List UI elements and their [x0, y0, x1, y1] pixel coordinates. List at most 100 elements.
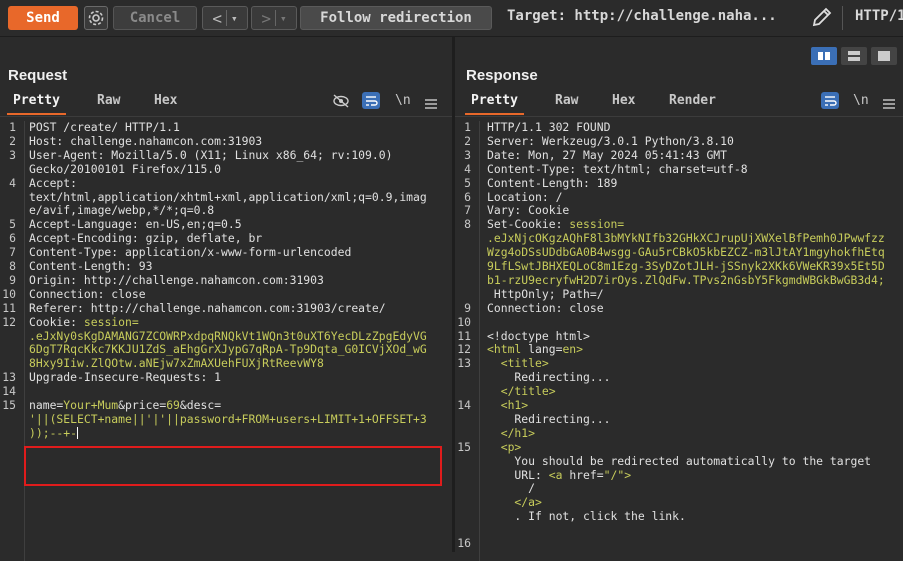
request-line: Host: challenge.nahamcon.com:31903	[29, 133, 263, 149]
follow-redirection-button[interactable]: Follow redirection	[300, 6, 492, 30]
request-text: Upgrade-Insecure-Requests: 1	[29, 370, 222, 385]
line-number: 13	[457, 356, 471, 371]
html-line: </h1>	[487, 426, 535, 441]
html-text: Redirecting...	[487, 370, 611, 385]
request-text: Content-Type: application/x-www-form-url…	[29, 245, 352, 260]
request-text: Referer: http://challenge.nahamcon.com:3…	[29, 300, 386, 315]
line-number: 14	[457, 398, 471, 412]
line-number: 15	[457, 439, 471, 454]
tab-response-render[interactable]: Render	[669, 93, 716, 108]
tab-response-raw[interactable]: Raw	[555, 93, 578, 108]
attr-name: lang	[528, 342, 556, 357]
html-tag: </a>	[487, 495, 542, 510]
tab-response-pretty[interactable]: Pretty	[465, 93, 524, 115]
request-line: 8Hxy9Iiw.ZlQOtw.aNEjw7xZmAXUehFUXjRtReev…	[29, 356, 324, 371]
tab-request-hex[interactable]: Hex	[154, 93, 177, 108]
html-line: </a>	[487, 495, 542, 510]
html-text: URL:	[487, 467, 549, 482]
cookie-value: 9LfLSwtJBHXEQLoC8m1Ezg-3SyDZotJLH-jSSnyk…	[487, 259, 885, 273]
menu-icon[interactable]	[425, 95, 437, 114]
menu-icon[interactable]	[883, 95, 895, 114]
request-title: Request	[8, 67, 68, 84]
newline-icon[interactable]: \n	[853, 93, 869, 108]
set-cookie-value: 9LfLSwtJBHXEQLoC8m1Ezg-3SyDZotJLH-jSSnyk…	[487, 259, 885, 274]
request-text: Host: challenge.nahamcon.com:31903	[29, 133, 263, 148]
param-value: Your+Mum	[63, 398, 119, 412]
forward-button[interactable]: > ▾	[251, 6, 297, 30]
cookie-flags: HttpOnly; Path=/	[487, 286, 604, 301]
response-pane: Response Pretty Raw Hex Render \n 123456…	[455, 37, 903, 561]
wrap-lines-icon[interactable]	[821, 92, 839, 109]
line-number: 9	[464, 300, 471, 315]
text-cursor	[77, 427, 79, 440]
line-number: 6	[464, 189, 471, 204]
line-number: 10	[457, 314, 471, 329]
request-line: Content-Length: 93	[29, 259, 152, 274]
request-editor[interactable]: 1 2 3 4 5 6 7 8 9 10 11 12 13 14 15 POST /create/ HTTP…	[0, 120, 452, 561]
response-line: Connection: close	[487, 301, 604, 316]
html-tag: >	[576, 342, 584, 357]
html-line: You should be redirected automatically t…	[487, 453, 872, 469]
tab-request-raw[interactable]: Raw	[97, 93, 120, 108]
html-tag: <html	[487, 342, 529, 357]
response-line: Content-Length: 189	[487, 175, 618, 191]
param-value: 69	[166, 398, 180, 412]
hide-eye-icon[interactable]	[332, 93, 350, 113]
param-name: &desc=	[179, 398, 222, 412]
settings-gear-icon[interactable]	[84, 6, 108, 30]
html-text: You should be redirected automatically t…	[487, 453, 872, 468]
request-text: e/avif,image/webp,*/*;q=0.8	[29, 203, 215, 218]
cookie-value: 8Hxy9Iiw.ZlQOtw.aNEjw7xZmAXUehFUXjRtReev…	[29, 356, 324, 371]
wrap-lines-icon[interactable]	[362, 92, 380, 109]
response-line: Content-Type: text/html; charset=utf-8	[487, 161, 748, 177]
cookie-value: .eJxNy0sKgDAMANG7ZCOWRPxdpqRNQkVt1WQn3t0…	[29, 328, 427, 343]
edit-pencil-icon[interactable]	[810, 5, 834, 29]
line-number: 3	[464, 147, 471, 162]
request-line: Accept:	[29, 175, 78, 191]
cookie-value: b1-rzU9ecryfwH2D7irOys.ZlQdFw.TPvs2nGsbY…	[487, 272, 885, 287]
response-text: Set-Cookie:	[487, 217, 570, 232]
response-line: Set-Cookie: session=	[487, 217, 624, 232]
html-line: <html lang=en>	[487, 342, 584, 357]
tab-response-hex[interactable]: Hex	[612, 93, 635, 108]
request-line: Connection: close	[29, 287, 146, 302]
doctype: <!doctype html>	[487, 328, 590, 343]
line-number: 5	[464, 175, 471, 190]
request-line: Cookie: session=	[29, 315, 139, 330]
back-button[interactable]: < ▾	[202, 6, 248, 30]
response-text: Content-Type: text/html; charset=utf-8	[487, 161, 748, 176]
html-line: Redirecting...	[487, 412, 610, 427]
line-number: 9	[9, 272, 16, 287]
response-editor[interactable]: 1 2 3 4 5 6 7 8 9 10 11 12 13 14 15 16 HTTP/1.1 302 FOU…	[455, 120, 903, 561]
request-text: Accept:	[29, 175, 78, 190]
line-number: 16	[457, 535, 471, 550]
back-dropdown-icon[interactable]: ▾	[231, 12, 238, 25]
html-line: <title>	[487, 356, 549, 371]
line-number: 11	[2, 300, 16, 315]
request-text: POST /create/ HTTP/1.1	[29, 120, 180, 134]
forward-dropdown-icon[interactable]: ▾	[280, 12, 287, 25]
response-text: Content-Length: 189	[487, 175, 618, 190]
html-line: Redirecting...	[487, 370, 611, 385]
send-button[interactable]: Send	[8, 6, 78, 30]
toolbar: Send Cancel < ▾ > ▾ Follow redirection T…	[0, 0, 903, 37]
html-text: . If not, click the link.	[487, 509, 686, 524]
request-text: Accept-Language: en-US,en;q=0.5	[29, 217, 242, 232]
request-line: 6DgT7RqcKkc7KKJU1ZdS_aEhgGrXJypG7qRpA-Tp…	[29, 342, 427, 357]
request-pane: Request Pretty Raw Hex \n 1 2 3 4 5 6 7 8 9 10 11 1…	[0, 37, 452, 561]
line-number: 4	[464, 161, 471, 176]
line-number: 12	[2, 314, 16, 329]
line-number: 5	[9, 217, 16, 232]
html-line: . If not, click the link.	[487, 509, 686, 524]
attr-name: href	[569, 467, 597, 482]
html-line: <p>	[487, 440, 522, 455]
line-number: 11	[457, 328, 471, 343]
cancel-button[interactable]: Cancel	[113, 6, 197, 30]
request-line: .eJxNy0sKgDAMANG7ZCOWRPxdpqRNQkVt1WQn3t0…	[29, 328, 427, 344]
cookie-value: Wzg4oDSsUDdbGA0B4wsgg-GAu5rCBkO5kbEZCZ-m…	[487, 245, 885, 260]
http-version-label[interactable]: HTTP/1	[855, 8, 903, 24]
tab-request-pretty[interactable]: Pretty	[7, 93, 66, 115]
newline-icon[interactable]: \n	[395, 93, 411, 108]
html-line: /	[487, 481, 535, 496]
line-number: 2	[464, 133, 471, 148]
